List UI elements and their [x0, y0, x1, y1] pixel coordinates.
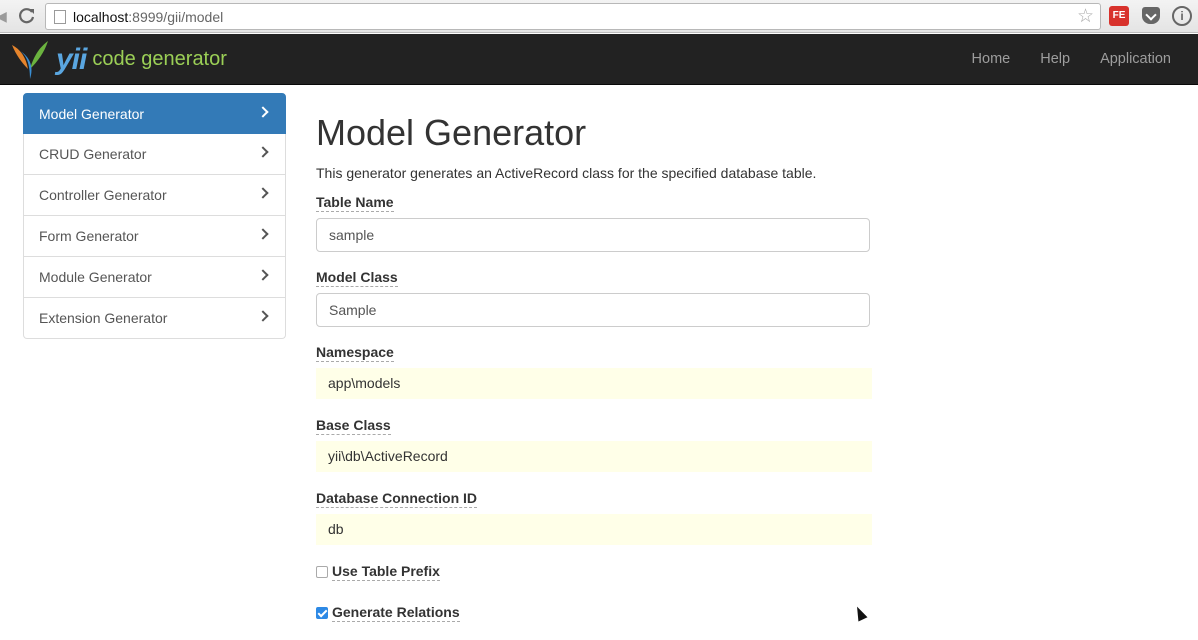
chevron-right-icon [257, 106, 269, 118]
db-connection-field[interactable]: db [316, 514, 872, 545]
brand-logo[interactable]: yii code generator [10, 37, 227, 82]
info-icon[interactable]: i [1172, 6, 1192, 26]
use-table-prefix-label[interactable]: Use Table Prefix [332, 563, 440, 581]
reload-icon[interactable] [17, 6, 37, 26]
chevron-right-icon [257, 228, 269, 240]
sidebar-item-label: Model Generator [39, 105, 145, 122]
back-arrow-icon[interactable]: ◀ [0, 8, 7, 24]
pocket-extension-icon[interactable] [1142, 7, 1160, 24]
bookmark-star-icon[interactable]: ☆ [1077, 7, 1094, 27]
mouse-cursor-icon [852, 604, 868, 622]
sidebar-item-form-generator[interactable]: Form Generator [23, 216, 286, 257]
sidebar-item-label: Module Generator [39, 269, 152, 285]
generator-form: Model Generator This generator generates… [316, 110, 876, 622]
page-description: This generator generates an ActiveRecord… [316, 165, 817, 181]
page-title: Model Generator [316, 112, 587, 153]
sidebar-item-label: Extension Generator [39, 310, 168, 326]
nav-help[interactable]: Help [1025, 34, 1085, 84]
sidebar-item-controller-generator[interactable]: Controller Generator [23, 175, 286, 216]
fe-extension-icon[interactable]: FE [1109, 6, 1129, 26]
sidebar-item-crud-generator[interactable]: CRUD Generator [23, 134, 286, 175]
address-bar[interactable]: localhost:8999/gii/model ☆ [45, 3, 1101, 30]
namespace-label: Namespace [316, 344, 394, 362]
sidebar-item-extension-generator[interactable]: Extension Generator [23, 298, 286, 339]
base-class-label: Base Class [316, 417, 391, 435]
namespace-field[interactable]: app\models [316, 368, 872, 399]
browser-toolbar: ◀ localhost:8999/gii/model ☆ FE i [0, 0, 1198, 33]
brand-yii: yii [56, 42, 87, 76]
nav-home[interactable]: Home [957, 34, 1026, 84]
url-path: :8999/gii/model [128, 9, 224, 25]
base-class-field[interactable]: yii\db\ActiveRecord [316, 441, 872, 472]
sidebar-item-module-generator[interactable]: Module Generator [23, 257, 286, 298]
yii-logo-icon [12, 40, 48, 79]
generate-relations-label[interactable]: Generate Relations [332, 604, 460, 622]
nav-links: Home Help Application [957, 34, 1198, 84]
generate-relations-checkbox[interactable] [316, 607, 328, 619]
table-name-label: Table Name [316, 194, 394, 212]
chevron-right-icon [257, 187, 269, 199]
nav-application[interactable]: Application [1085, 34, 1198, 84]
sidebar-item-label: Form Generator [39, 228, 139, 244]
navbar: yii code generator Home Help Application [0, 34, 1198, 85]
generator-sidebar: Model Generator CRUD Generator Controlle… [23, 93, 286, 339]
sidebar-item-label: CRUD Generator [39, 146, 147, 162]
page-icon [54, 10, 66, 24]
model-class-label: Model Class [316, 269, 398, 287]
model-class-input[interactable] [316, 293, 870, 327]
url-text: localhost:8999/gii/model [73, 9, 223, 25]
chevron-right-icon [257, 146, 269, 158]
table-name-input[interactable] [316, 218, 870, 252]
chevron-right-icon [257, 269, 269, 281]
sidebar-item-model-generator[interactable]: Model Generator [23, 93, 286, 134]
chevron-right-icon [257, 310, 269, 322]
url-host: localhost [73, 9, 129, 25]
use-table-prefix-checkbox[interactable] [316, 566, 328, 578]
brand-text: code generator [92, 48, 227, 70]
db-connection-label: Database Connection ID [316, 490, 478, 508]
sidebar-item-label: Controller Generator [39, 187, 167, 203]
